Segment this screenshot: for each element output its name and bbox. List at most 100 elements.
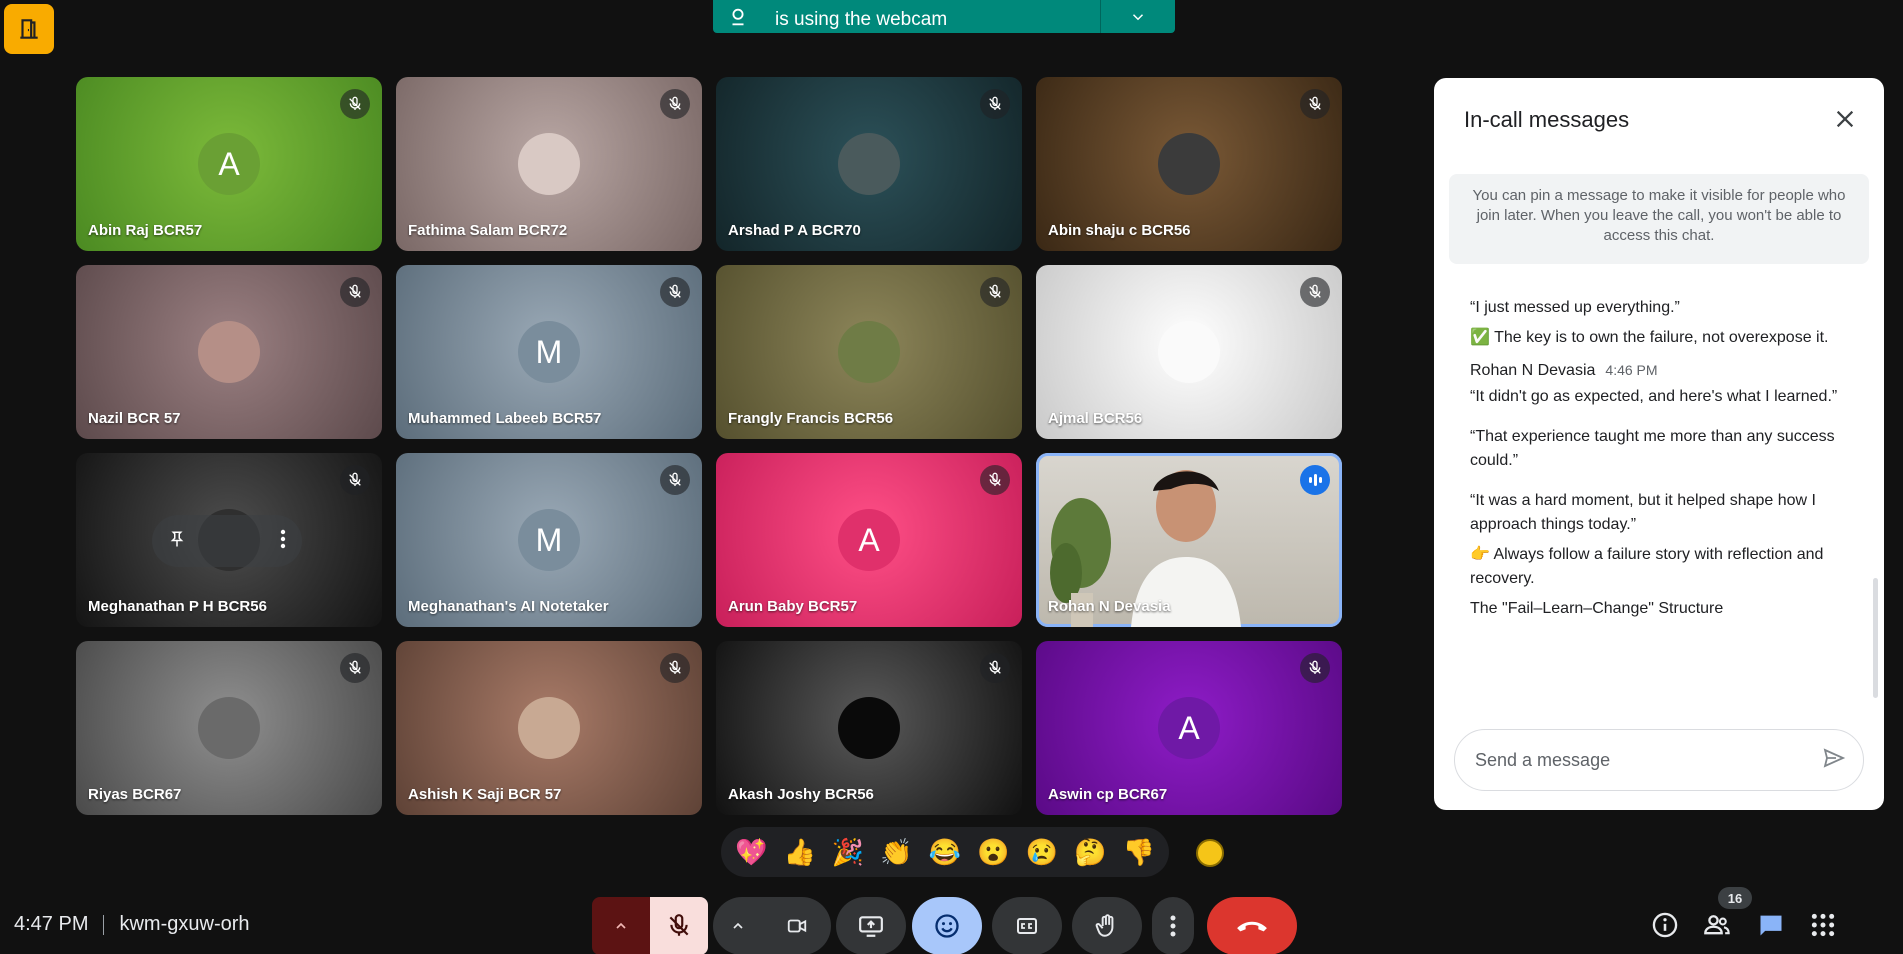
meeting-details-button[interactable] bbox=[1648, 908, 1682, 942]
info-icon bbox=[1652, 912, 1678, 938]
message-text: The "Fail–Learn–Change" Structure bbox=[1470, 600, 1724, 617]
message-scrollbar[interactable] bbox=[1873, 578, 1878, 698]
participant-avatar: A bbox=[1158, 697, 1220, 759]
reaction-emoji-button[interactable]: 😢 bbox=[1020, 837, 1064, 868]
participant-name: Rohan N Devasia bbox=[1048, 598, 1171, 615]
reaction-emoji-button[interactable]: 😂 bbox=[923, 837, 967, 868]
participant-tile[interactable]: A Abin Raj BCR57 bbox=[76, 77, 382, 251]
reaction-emoji-button[interactable]: 💖 bbox=[729, 837, 773, 868]
participant-tile[interactable]: Meghanathan P H BCR56 bbox=[76, 453, 382, 627]
activities-button[interactable] bbox=[1806, 908, 1840, 942]
room-icon-button[interactable] bbox=[4, 4, 54, 54]
participant-tile[interactable]: A Aswin cp BCR67 bbox=[1036, 641, 1342, 815]
audio-options-button[interactable] bbox=[592, 897, 650, 954]
more-options-button[interactable] bbox=[1152, 897, 1194, 954]
message-timestamp: 4:46 PM bbox=[1605, 362, 1658, 378]
reaction-emoji-button[interactable]: 👍 bbox=[778, 837, 822, 868]
participant-name: Ajmal BCR56 bbox=[1048, 410, 1143, 427]
present-screen-icon bbox=[859, 916, 883, 937]
pin-icon[interactable] bbox=[168, 528, 186, 555]
mic-off-icon bbox=[980, 653, 1010, 683]
microphone-toggle-button[interactable] bbox=[650, 897, 708, 954]
mic-off-icon bbox=[1300, 89, 1330, 119]
chat-button[interactable] bbox=[1754, 908, 1788, 942]
participant-avatar bbox=[518, 133, 580, 195]
door-icon bbox=[20, 19, 38, 39]
bottom-control-bar: 4:47 PM kwm-gxuw-orh 16 bbox=[0, 887, 1903, 954]
mic-off-icon bbox=[660, 653, 690, 683]
chevron-up-icon bbox=[616, 922, 626, 929]
message-text: “It was a hard moment, but it helped sha… bbox=[1470, 492, 1816, 533]
skin-tone-picker[interactable] bbox=[1196, 839, 1224, 867]
people-icon bbox=[1704, 915, 1730, 935]
mic-off-icon bbox=[660, 277, 690, 307]
participant-tile[interactable]: Frangly Francis BCR56 bbox=[716, 265, 1022, 439]
reactions-button[interactable] bbox=[912, 897, 982, 954]
reaction-emoji-button[interactable]: 🎉 bbox=[826, 837, 870, 868]
pin-info-note: You can pin a message to make it visible… bbox=[1449, 174, 1869, 264]
message-text: ✅ The key is to own the failure, not ove… bbox=[1470, 329, 1829, 346]
send-button[interactable] bbox=[1821, 746, 1847, 775]
participant-name: Akash Joshy BCR56 bbox=[728, 786, 874, 803]
mic-off-icon bbox=[980, 465, 1010, 495]
participant-grid: A Abin Raj BCR57 Fathima Salam BCR72 Arshad… bbox=[76, 77, 1344, 815]
reaction-emoji-button[interactable]: 👏 bbox=[875, 837, 919, 868]
participant-avatar bbox=[838, 697, 900, 759]
participant-tile[interactable]: Akash Joshy BCR56 bbox=[716, 641, 1022, 815]
chevron-up-icon bbox=[733, 922, 743, 929]
participant-tile[interactable]: Ajmal BCR56 bbox=[1036, 265, 1342, 439]
sender-name: Rohan N Devasia bbox=[1470, 362, 1596, 379]
participant-tile[interactable]: M Meghanathan's AI Notetaker bbox=[396, 453, 702, 627]
participant-tile[interactable]: Abin shaju c BCR56 bbox=[1036, 77, 1342, 251]
reaction-emoji-button[interactable]: 👎 bbox=[1117, 837, 1161, 868]
participant-tile[interactable]: Fathima Salam BCR72 bbox=[396, 77, 702, 251]
reaction-emoji-button[interactable]: 😮 bbox=[971, 837, 1015, 868]
participant-name: Abin shaju c BCR56 bbox=[1048, 222, 1191, 239]
mic-off-icon bbox=[669, 914, 689, 936]
video-options-button[interactable] bbox=[713, 897, 763, 954]
participant-tile[interactable]: Rohan N Devasia bbox=[1036, 453, 1342, 627]
mic-off-icon bbox=[980, 277, 1010, 307]
present-screen-button[interactable] bbox=[836, 897, 906, 954]
participant-tile[interactable]: A Arun Baby BCR57 bbox=[716, 453, 1022, 627]
participant-avatar: M bbox=[518, 509, 580, 571]
mic-off-icon bbox=[980, 89, 1010, 119]
participant-tile[interactable]: Nazil BCR 57 bbox=[76, 265, 382, 439]
more-vert-icon[interactable] bbox=[280, 529, 286, 554]
message-sender: Rohan N Devasia 4:46 PM bbox=[1470, 358, 1860, 383]
participant-avatar bbox=[838, 133, 900, 195]
camera-toggle-button[interactable] bbox=[763, 897, 831, 954]
participant-avatar bbox=[518, 697, 580, 759]
message-input[interactable] bbox=[1475, 749, 1821, 771]
participant-avatar bbox=[838, 321, 900, 383]
mic-off-icon bbox=[1300, 653, 1330, 683]
current-time: 4:47 PM bbox=[14, 913, 89, 935]
participant-tile[interactable]: M Muhammed Labeeb BCR57 bbox=[396, 265, 702, 439]
reactions-bar: 💖 👍 🎉 👏 😂 😮 😢 🤔 👎 bbox=[721, 827, 1169, 877]
participant-tile[interactable]: Riyas BCR67 bbox=[76, 641, 382, 815]
camera-group bbox=[713, 897, 831, 954]
participant-avatar: M bbox=[518, 321, 580, 383]
participant-tile[interactable]: Arshad P A BCR70 bbox=[716, 77, 1022, 251]
chevron-down-icon bbox=[1132, 13, 1144, 20]
send-icon bbox=[1823, 747, 1846, 768]
message-text: “That experience taught me more than any… bbox=[1470, 428, 1835, 469]
reaction-emoji-button[interactable]: 🤔 bbox=[1068, 837, 1112, 868]
message-input-box bbox=[1454, 729, 1864, 791]
banner-chevron-button[interactable] bbox=[1101, 0, 1175, 33]
mic-off-icon bbox=[340, 89, 370, 119]
tile-hover-controls bbox=[152, 515, 302, 567]
message-text: “It didn't go as expected, and here's wh… bbox=[1470, 388, 1838, 405]
close-panel-button[interactable] bbox=[1830, 104, 1860, 134]
participant-avatar: A bbox=[838, 509, 900, 571]
video-camera-icon bbox=[787, 919, 807, 933]
participant-tile[interactable]: Ashish K Saji BCR 57 bbox=[396, 641, 702, 815]
participant-name: Fathima Salam BCR72 bbox=[408, 222, 568, 239]
people-button[interactable]: 16 bbox=[1700, 887, 1752, 942]
mic-off-icon bbox=[660, 89, 690, 119]
webcam-banner-text: is using the webcam bbox=[775, 8, 948, 30]
leave-call-button[interactable] bbox=[1207, 897, 1297, 954]
raise-hand-button[interactable] bbox=[1072, 897, 1142, 954]
mic-group bbox=[592, 897, 708, 954]
captions-button[interactable] bbox=[992, 897, 1062, 954]
